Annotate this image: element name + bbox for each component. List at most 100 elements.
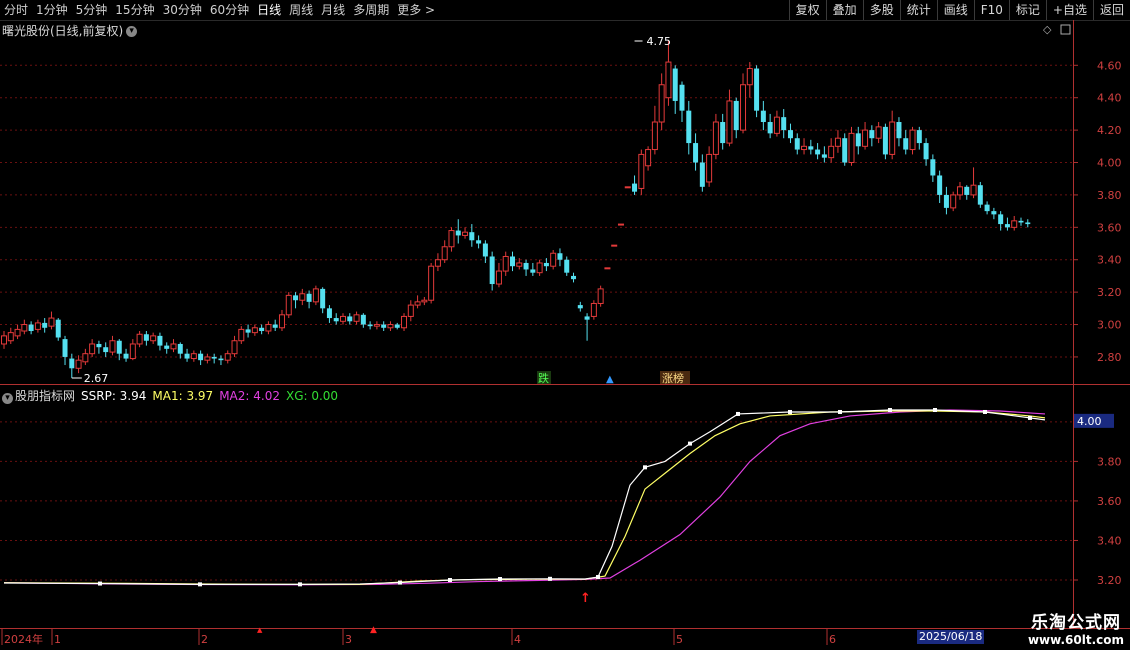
- candle: [842, 133, 848, 166]
- candle: [251, 324, 258, 336]
- ssrp-line: [3, 409, 1046, 585]
- candle: [109, 335, 116, 356]
- candle: [259, 324, 265, 335]
- candle: [347, 313, 353, 325]
- low-label: 2.67: [84, 372, 109, 385]
- candle: [536, 259, 543, 276]
- candle: [815, 143, 821, 160]
- candle: [557, 248, 563, 267]
- candle: [75, 355, 82, 374]
- indicator-tick-label: 3.40: [1097, 534, 1122, 547]
- price-tick-label: 3.00: [1097, 319, 1122, 332]
- candle: [373, 321, 380, 330]
- price-tick-label: 4.40: [1097, 92, 1122, 105]
- candle: [157, 332, 163, 351]
- candle: [265, 321, 272, 335]
- candle: [489, 251, 495, 291]
- candle: [170, 339, 177, 353]
- candle: [754, 65, 760, 118]
- candle: [950, 191, 957, 212]
- cursor-date: 2025/06/18: [917, 630, 985, 644]
- candle: [510, 251, 515, 272]
- candle: [964, 185, 970, 200]
- candle: [760, 100, 766, 131]
- candle: [353, 311, 360, 325]
- candle: [848, 126, 855, 166]
- candle: [672, 65, 678, 114]
- price-tick-label: 4.60: [1097, 59, 1122, 72]
- price-tick-label: 3.60: [1097, 221, 1122, 234]
- price-tick-label: 4.20: [1097, 124, 1122, 137]
- diamond-icon[interactable]: ◇: [1043, 23, 1052, 36]
- candle: [998, 211, 1004, 231]
- candle: [638, 149, 645, 195]
- die-marker: 跌: [538, 371, 549, 385]
- candle: [123, 348, 129, 362]
- candle: [604, 267, 611, 270]
- candle: [991, 207, 997, 220]
- candle: [204, 353, 211, 364]
- ma1-line: [3, 410, 1046, 585]
- ma2-line: [3, 409, 1046, 586]
- candle: [767, 113, 773, 139]
- candle: [720, 113, 726, 150]
- candle: [679, 81, 685, 123]
- candle: [577, 301, 583, 312]
- candle: [624, 186, 631, 189]
- candle: [1, 331, 7, 349]
- candle: [903, 130, 909, 155]
- price-tick-label: 3.80: [1097, 189, 1122, 202]
- current-value-label: 4.00: [1077, 415, 1102, 428]
- candle: [930, 154, 936, 182]
- candle: [658, 73, 665, 131]
- candle: [434, 253, 441, 272]
- ssrp-dot: [983, 409, 987, 414]
- candle: [706, 146, 713, 187]
- candle: [896, 117, 902, 147]
- candle: [184, 348, 190, 362]
- candle: [651, 105, 658, 155]
- candle: [1018, 217, 1024, 226]
- candle: [136, 331, 143, 348]
- ssrp-dot: [596, 575, 600, 580]
- candle: [495, 262, 502, 288]
- date-label: 6: [829, 633, 836, 646]
- ssrp-dot: [448, 578, 452, 582]
- price-tick-label: 3.20: [1097, 286, 1122, 299]
- candle: [326, 305, 332, 323]
- candle: [984, 201, 990, 215]
- candle: [14, 324, 21, 340]
- candle: [645, 146, 652, 171]
- ssrp-dot: [548, 576, 552, 581]
- ssrp-dot: [498, 577, 502, 582]
- candle: [821, 146, 827, 163]
- candle: [448, 227, 455, 252]
- candle: [834, 130, 841, 153]
- indicator-legend: ▾ 股朋指标网 SSRP: 3.94 MA1: 3.97 MA2: 4.02 XG: 0.…: [2, 387, 344, 404]
- candle: [665, 41, 672, 106]
- ssrp-dot: [788, 409, 792, 414]
- date-label: 2024年: [4, 632, 43, 646]
- candle: [530, 262, 536, 276]
- candle: [42, 318, 48, 333]
- candle: [367, 321, 373, 330]
- ssrp-dot: [888, 408, 892, 412]
- candle: [401, 313, 408, 332]
- ssrp-dot: [838, 409, 842, 414]
- candle: [584, 313, 590, 341]
- candle: [773, 110, 780, 137]
- window-icon[interactable]: [1060, 24, 1071, 35]
- xg-value: XG: 0.00: [285, 389, 339, 403]
- high-label: 4.75: [647, 35, 672, 48]
- ssrp-dot: [1028, 415, 1032, 420]
- indicator-tick-label: 3.60: [1097, 495, 1122, 508]
- indicator-name: 股朋指标网: [15, 389, 76, 403]
- indicator-dropdown-icon[interactable]: ▾: [2, 393, 13, 404]
- date-label: 2: [201, 633, 208, 646]
- candle: [48, 311, 55, 330]
- candle: [699, 154, 705, 192]
- candle: [360, 313, 366, 328]
- candle: [299, 288, 306, 306]
- candle: [781, 109, 787, 139]
- ssrp-dot: [933, 408, 937, 412]
